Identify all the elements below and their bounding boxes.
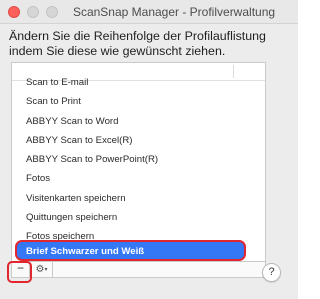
window-title: ScanSnap Manager - Profilverwaltung xyxy=(72,5,276,19)
profile-row-abbyy-powerpoint[interactable]: ABBYY Scan to PowerPoint(R) xyxy=(12,150,265,169)
profile-list[interactable]: Scan to E-mail Scan to Print ABBYY Scan … xyxy=(11,62,266,262)
close-window-button[interactable] xyxy=(8,6,20,18)
instruction-text: Ändern Sie die Reihenfolge der Profilauf… xyxy=(9,29,266,58)
profile-management-window: ScanSnap Manager - Profilverwaltung Ände… xyxy=(0,0,298,299)
profile-row-abbyy-excel[interactable]: ABBYY Scan to Excel(R) xyxy=(12,131,265,150)
profile-row-fotos[interactable]: Fotos xyxy=(12,169,265,188)
zoom-window-button[interactable] xyxy=(46,6,58,18)
list-button-bar: − ⚙▾ xyxy=(11,262,266,278)
profile-row-visitenkarten[interactable]: Visitenkarten speichern xyxy=(12,189,265,208)
help-button[interactable]: ? xyxy=(262,263,281,282)
remove-profile-button[interactable]: − xyxy=(12,262,30,277)
title-bar: ScanSnap Manager - Profilverwaltung xyxy=(0,0,298,24)
profile-row-abbyy-word[interactable]: ABBYY Scan to Word xyxy=(12,112,265,131)
profile-row-quittungen[interactable]: Quittungen speichern xyxy=(12,208,265,227)
minimize-window-button[interactable] xyxy=(27,6,39,18)
profile-row-scan-to-print[interactable]: Scan to Print xyxy=(12,92,265,111)
profile-row-selected[interactable]: Brief Schwarzer und Weiß xyxy=(15,240,246,261)
gear-menu-button[interactable]: ⚙▾ xyxy=(31,262,53,277)
profile-row-scan-to-email[interactable]: Scan to E-mail xyxy=(12,73,265,92)
chevron-down-icon: ▾ xyxy=(44,267,48,273)
